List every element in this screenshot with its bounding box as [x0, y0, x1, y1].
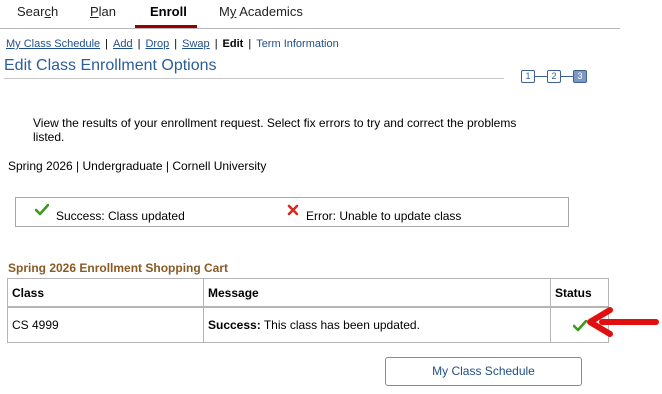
title-divider	[4, 78, 504, 79]
my-class-schedule-button[interactable]: My Class Schedule	[385, 357, 582, 386]
separator: |	[214, 38, 218, 50]
link-swap[interactable]: Swap	[182, 38, 210, 50]
link-drop[interactable]: Drop	[145, 38, 169, 50]
error-message: Error: Unable to update class	[306, 209, 462, 223]
x-icon	[287, 204, 299, 216]
link-my-class-schedule[interactable]: My Class Schedule	[6, 38, 100, 50]
step-2: 2	[547, 70, 561, 83]
table-row: CS 4999 Success: This class has been upd…	[7, 306, 609, 343]
column-header-status: Status	[550, 278, 609, 308]
top-nav-tabs: Search Plan Enroll My Academics	[0, 0, 620, 29]
step-3-current: 3	[573, 70, 587, 83]
result-summary-box: Success: Class updated Error: Unable to …	[15, 197, 569, 227]
enroll-subnav: My Class Schedule | Add | Drop | Swap | Edit | Ter…	[6, 38, 339, 50]
check-icon	[35, 204, 49, 216]
step-1: 1	[521, 70, 535, 83]
step-connector	[535, 76, 547, 77]
separator: |	[248, 38, 252, 50]
current-edit-label: Edit	[222, 38, 244, 50]
separator: |	[137, 38, 141, 50]
message-text: This class has been updated.	[260, 318, 420, 332]
tab-enroll[interactable]: Enroll	[150, 4, 187, 19]
column-header-class: Class	[7, 278, 204, 308]
red-arrow-icon	[587, 307, 659, 337]
link-term-information[interactable]: Term Information	[256, 38, 339, 50]
enrollment-cart-table: Class Message Status CS 4999 Success: Th…	[7, 278, 609, 343]
tab-search[interactable]: Search	[17, 4, 58, 19]
page-title: Edit Class Enrollment Options	[4, 57, 217, 74]
message-status-label: Success:	[208, 318, 261, 332]
separator: |	[174, 38, 178, 50]
active-tab-indicator	[135, 25, 197, 28]
link-add[interactable]: Add	[113, 38, 133, 50]
tab-my-academics[interactable]: My Academics	[219, 4, 303, 19]
column-header-message: Message	[203, 278, 551, 308]
step-connector	[561, 76, 573, 77]
message-cell: Success: This class has been updated.	[203, 306, 551, 343]
instructions-text: View the results of your enrollment requ…	[33, 116, 517, 144]
separator: |	[105, 38, 109, 50]
tab-plan[interactable]: Plan	[90, 4, 116, 19]
table-header-row: Class Message Status	[7, 278, 609, 308]
term-info-line: Spring 2026 | Undergraduate | Cornell Un…	[8, 159, 267, 173]
success-message: Success: Class updated	[56, 209, 185, 223]
class-cell: CS 4999	[7, 306, 204, 343]
cart-title: Spring 2026 Enrollment Shopping Cart	[8, 261, 229, 275]
